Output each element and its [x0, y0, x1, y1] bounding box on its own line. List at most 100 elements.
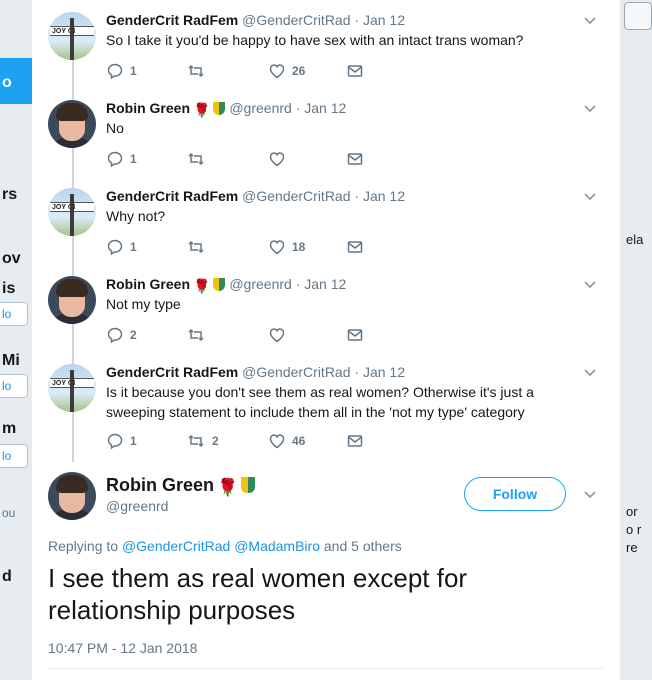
- avatar[interactable]: [48, 100, 96, 148]
- reply-button[interactable]: 1: [106, 62, 137, 80]
- background-fragment: m: [2, 420, 17, 437]
- main-tweet-avatar[interactable]: [48, 472, 96, 520]
- retweet-count: 2: [212, 434, 219, 448]
- tweet-header: Robin Green 🌹 @greenrd · Jan 12: [106, 275, 346, 295]
- reply-icon: [107, 327, 123, 344]
- like-button[interactable]: 46: [268, 432, 305, 450]
- retweet-icon: [188, 328, 204, 342]
- thread-connector: [72, 412, 74, 462]
- author-name[interactable]: Robin Green: [106, 475, 214, 495]
- beginner-mark-icon: [213, 278, 226, 291]
- thread-connector: [72, 236, 74, 276]
- reply-count: 1: [130, 152, 137, 166]
- heart-icon: [269, 152, 285, 167]
- reply-icon: [107, 63, 123, 80]
- author-name[interactable]: GenderCrit RadFem: [106, 188, 238, 204]
- envelope-icon: [347, 65, 363, 77]
- author-name[interactable]: GenderCrit RadFem: [106, 12, 238, 28]
- author-handle[interactable]: @GenderCritRad: [242, 188, 350, 204]
- retweet-button[interactable]: 2: [186, 432, 219, 450]
- tweet-actions: 1 26: [106, 62, 406, 82]
- beginner-mark-icon: [213, 102, 226, 115]
- retweet-button[interactable]: [186, 326, 212, 344]
- envelope-icon: [347, 329, 363, 341]
- tweet-date[interactable]: · Jan 12: [354, 364, 405, 380]
- avatar[interactable]: JOY GI: [48, 364, 96, 412]
- chevron-down-icon[interactable]: [582, 12, 598, 28]
- chevron-down-icon[interactable]: [582, 276, 598, 292]
- background-fragment: o r: [626, 522, 642, 537]
- author-name[interactable]: Robin Green: [106, 100, 190, 116]
- avatar[interactable]: JOY GI: [48, 188, 96, 236]
- chevron-down-icon[interactable]: [582, 100, 598, 116]
- author-handle[interactable]: @GenderCritRad: [242, 12, 350, 28]
- tweet-actions: 1 2 46: [106, 432, 406, 452]
- thread-connector: [72, 324, 74, 364]
- direct-message-button[interactable]: [346, 62, 364, 80]
- like-button[interactable]: [268, 150, 292, 168]
- direct-message-button[interactable]: [346, 326, 364, 344]
- heart-icon: [269, 434, 285, 449]
- envelope-icon: [347, 241, 363, 253]
- retweet-icon: [188, 152, 204, 166]
- author-handle[interactable]: @greenrd: [229, 276, 291, 292]
- rose-icon: 🌹: [193, 278, 211, 294]
- tweet-header: GenderCrit RadFem @GenderCritRad · Jan 1…: [106, 187, 405, 205]
- reply-button[interactable]: 1: [106, 150, 137, 168]
- tweet-actions: 2: [106, 326, 406, 346]
- retweet-icon: [188, 434, 204, 448]
- reply-icon: [107, 239, 123, 256]
- author-name[interactable]: GenderCrit RadFem: [106, 364, 238, 380]
- retweet-button[interactable]: [186, 62, 212, 80]
- thread-connector: [72, 148, 74, 188]
- replying-prefix: Replying to: [48, 538, 119, 554]
- retweet-button[interactable]: [186, 238, 212, 256]
- chevron-down-icon[interactable]: [582, 188, 598, 204]
- reply-button[interactable]: 1: [106, 238, 137, 256]
- rose-icon: 🌹: [217, 478, 239, 497]
- tweet-actions: 1 18: [106, 238, 406, 258]
- like-count: 18: [292, 240, 306, 254]
- like-button[interactable]: [268, 326, 292, 344]
- retweet-button[interactable]: [186, 150, 212, 168]
- background-fragment: re: [626, 540, 638, 555]
- direct-message-button[interactable]: [346, 238, 364, 256]
- avatar[interactable]: [48, 276, 96, 324]
- replying-suffix[interactable]: and 5 others: [324, 538, 402, 554]
- reply-button[interactable]: 2: [106, 326, 137, 344]
- author-handle[interactable]: @greenrd: [106, 498, 168, 514]
- tweet-date[interactable]: · Jan 12: [296, 100, 347, 116]
- mention-link[interactable]: @GenderCritRad: [122, 538, 230, 554]
- tweet-text: So I take it you'd be happy to have sex …: [106, 32, 524, 48]
- heart-icon: [269, 64, 285, 79]
- author-name[interactable]: Robin Green: [106, 276, 190, 292]
- direct-message-button[interactable]: [346, 150, 364, 168]
- heart-icon: [269, 328, 285, 343]
- tweet-timestamp[interactable]: 10:47 PM - 12 Jan 2018: [48, 640, 197, 656]
- direct-message-button[interactable]: [346, 432, 364, 450]
- background-fragment: rs: [2, 186, 18, 203]
- reply-button[interactable]: 1: [106, 432, 137, 450]
- background-fragment: lo: [2, 449, 12, 463]
- like-button[interactable]: 26: [268, 62, 305, 80]
- tweet-date[interactable]: · Jan 12: [354, 188, 405, 204]
- background-fragment: ou: [2, 506, 16, 520]
- mention-link[interactable]: @MadamBiro: [234, 538, 320, 554]
- author-handle[interactable]: @GenderCritRad: [242, 364, 350, 380]
- main-author-name: Robin Green 🌹: [106, 474, 256, 499]
- like-button[interactable]: 18: [268, 238, 305, 256]
- chevron-down-icon[interactable]: [582, 364, 598, 380]
- avatar[interactable]: JOY GI: [48, 12, 96, 60]
- main-tweet-text: I see them as real women except for rela…: [48, 563, 468, 625]
- reply-icon: [107, 433, 123, 450]
- author-handle[interactable]: @greenrd: [229, 100, 291, 116]
- tweet-actions: 1: [106, 150, 406, 170]
- tweet-date[interactable]: · Jan 12: [296, 276, 347, 292]
- tweet-header: GenderCrit RadFem @GenderCritRad · Jan 1…: [106, 363, 405, 381]
- retweet-icon: [188, 240, 204, 254]
- follow-button[interactable]: Follow: [464, 477, 566, 511]
- divider: [48, 668, 604, 669]
- tweet-detail-panel: JOY GI GenderCrit RadFem @GenderCritRad …: [32, 0, 620, 680]
- tweet-date[interactable]: · Jan 12: [354, 12, 405, 28]
- chevron-down-icon[interactable]: [582, 486, 598, 502]
